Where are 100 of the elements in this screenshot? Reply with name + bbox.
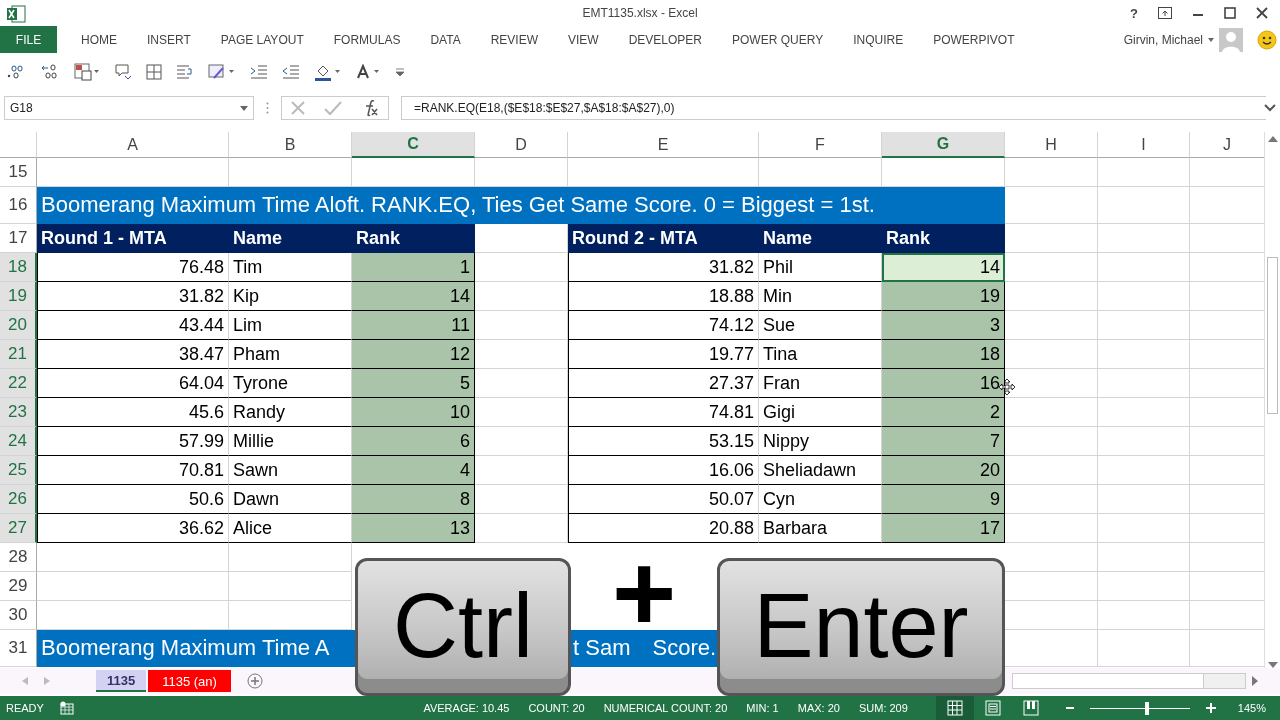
user-name[interactable]: Girvin, Michael bbox=[1123, 32, 1203, 47]
row-header[interactable]: 23 bbox=[0, 398, 37, 427]
empty-cell[interactable] bbox=[229, 543, 352, 572]
row-header[interactable]: 20 bbox=[0, 311, 37, 340]
empty-cell[interactable] bbox=[1098, 158, 1190, 187]
ribbon-tab[interactable]: DEVELOPER bbox=[616, 26, 714, 53]
ribbon-display-icon[interactable] bbox=[1158, 7, 1172, 19]
row-header[interactable]: 18 bbox=[0, 253, 37, 282]
font-color-icon[interactable] bbox=[356, 63, 382, 80]
rank-cell[interactable]: 3 bbox=[882, 311, 1005, 340]
empty-cell[interactable] bbox=[37, 572, 229, 601]
rank-cell[interactable]: 8 bbox=[352, 485, 475, 514]
borders-icon[interactable] bbox=[146, 63, 162, 80]
row-header[interactable]: 27 bbox=[0, 514, 37, 543]
column-header[interactable]: F bbox=[759, 132, 882, 158]
scroll-up-icon[interactable] bbox=[1267, 136, 1278, 142]
ribbon-tab[interactable]: VIEW bbox=[556, 26, 611, 53]
expand-icon[interactable] bbox=[1264, 104, 1276, 112]
conditional-format-icon[interactable] bbox=[74, 62, 100, 81]
name-box[interactable]: G18 bbox=[4, 96, 254, 120]
row-header[interactable]: 19 bbox=[0, 282, 37, 311]
rank-cell[interactable]: 20 bbox=[882, 456, 1005, 485]
column-header[interactable]: D bbox=[475, 132, 568, 158]
empty-cell[interactable] bbox=[1098, 253, 1190, 282]
zoom-level[interactable]: 145% bbox=[1237, 702, 1266, 714]
empty-cell[interactable] bbox=[229, 572, 352, 601]
empty-cell[interactable] bbox=[1005, 158, 1098, 187]
vertical-scrollbar-thumb[interactable] bbox=[1267, 257, 1278, 414]
sheet-tab[interactable]: 1135 (an) bbox=[148, 670, 231, 692]
maximize-icon[interactable] bbox=[1224, 7, 1236, 19]
format-painter-icon[interactable] bbox=[208, 62, 236, 81]
comment-icon[interactable] bbox=[114, 62, 132, 81]
enter-check-icon[interactable] bbox=[324, 100, 342, 116]
wrap-text-icon[interactable] bbox=[176, 63, 194, 80]
rank-cell[interactable]: 1 bbox=[352, 253, 475, 282]
rank-cell[interactable]: 19 bbox=[882, 282, 1005, 311]
horizontal-scrollbar[interactable] bbox=[1012, 673, 1246, 689]
empty-cell[interactable] bbox=[1098, 224, 1190, 253]
avatar-icon[interactable] bbox=[1219, 27, 1243, 52]
rank-cell[interactable]: 14 bbox=[352, 282, 475, 311]
rank-cell[interactable]: 12 bbox=[352, 340, 475, 369]
rank-cell[interactable]: 11 bbox=[352, 311, 475, 340]
scroll-right-icon[interactable] bbox=[1252, 676, 1258, 686]
increase-decimal-icon[interactable] bbox=[6, 63, 26, 80]
empty-cell[interactable] bbox=[1098, 398, 1190, 427]
rank-cell[interactable]: 17 bbox=[882, 514, 1005, 543]
file-tab[interactable]: FILE bbox=[0, 26, 57, 53]
row-header[interactable]: 30 bbox=[0, 601, 37, 630]
empty-cell[interactable] bbox=[37, 543, 229, 572]
column-header[interactable]: C bbox=[352, 132, 475, 158]
previous-sheet-icon[interactable] bbox=[22, 677, 28, 685]
empty-cell[interactable] bbox=[1005, 543, 1098, 572]
ribbon-tab[interactable]: HOME bbox=[69, 26, 129, 53]
row-header[interactable]: 28 bbox=[0, 543, 37, 572]
column-header[interactable]: H bbox=[1005, 132, 1098, 158]
rank-cell[interactable]: 7 bbox=[882, 427, 1005, 456]
ribbon-tab[interactable]: INSERT bbox=[135, 26, 203, 53]
zoom-slider-thumb[interactable] bbox=[1144, 701, 1149, 715]
row-header[interactable]: 26 bbox=[0, 485, 37, 514]
row-header[interactable]: 21 bbox=[0, 340, 37, 369]
empty-cell[interactable] bbox=[1098, 187, 1190, 224]
empty-cell[interactable] bbox=[1098, 282, 1190, 311]
smiley-icon[interactable] bbox=[1257, 29, 1277, 50]
ribbon-tab[interactable]: PAGE LAYOUT bbox=[208, 26, 316, 53]
rank-cell[interactable]: 9 bbox=[882, 485, 1005, 514]
row-header[interactable]: 24 bbox=[0, 427, 37, 456]
ribbon-tab[interactable]: FORMULAS bbox=[321, 26, 413, 53]
column-header[interactable]: G bbox=[882, 132, 1005, 158]
empty-cell[interactable] bbox=[1098, 572, 1190, 601]
empty-cell[interactable] bbox=[1098, 427, 1190, 456]
sheet-tab[interactable]: 1135 bbox=[96, 670, 147, 692]
empty-cell[interactable] bbox=[1098, 340, 1190, 369]
column-header[interactable]: B bbox=[229, 132, 352, 158]
empty-cell[interactable] bbox=[1098, 601, 1190, 630]
normal-view-button[interactable] bbox=[935, 696, 974, 720]
indent-icon[interactable] bbox=[250, 64, 268, 79]
column-header[interactable]: I bbox=[1098, 132, 1190, 158]
decrease-decimal-icon[interactable] bbox=[40, 63, 60, 80]
zoom-in-icon[interactable] bbox=[1205, 703, 1216, 713]
empty-cell[interactable] bbox=[1098, 543, 1190, 572]
column-header[interactable]: A bbox=[37, 132, 229, 158]
rank-cell[interactable]: 5 bbox=[352, 369, 475, 398]
rank-cell[interactable]: 10 bbox=[352, 398, 475, 427]
caret-icon[interactable] bbox=[1208, 37, 1214, 42]
row-header[interactable]: 29 bbox=[0, 572, 37, 601]
add-sheet-icon[interactable] bbox=[246, 673, 263, 689]
rank-cell[interactable]: 18 bbox=[882, 340, 1005, 369]
outdent-icon[interactable] bbox=[282, 64, 300, 79]
macro-record-icon[interactable] bbox=[59, 701, 74, 715]
ribbon-tab[interactable]: REVIEW bbox=[478, 26, 550, 53]
empty-cell[interactable] bbox=[1098, 485, 1190, 514]
formula-input[interactable]: =RANK.EQ(E18,($E$18:$E$27,$A$18:$A$27),0) bbox=[401, 96, 1266, 120]
next-sheet-icon[interactable] bbox=[44, 677, 50, 685]
ribbon-tab[interactable]: DATA bbox=[418, 26, 473, 53]
drag-handle-icon[interactable] bbox=[266, 102, 269, 114]
empty-cell[interactable] bbox=[1098, 311, 1190, 340]
rank-cell[interactable]: 4 bbox=[352, 456, 475, 485]
column-header[interactable]: E bbox=[568, 132, 759, 158]
rank-cell[interactable]: 14 bbox=[882, 253, 1005, 282]
rank-cell[interactable]: 16 bbox=[882, 369, 1005, 398]
